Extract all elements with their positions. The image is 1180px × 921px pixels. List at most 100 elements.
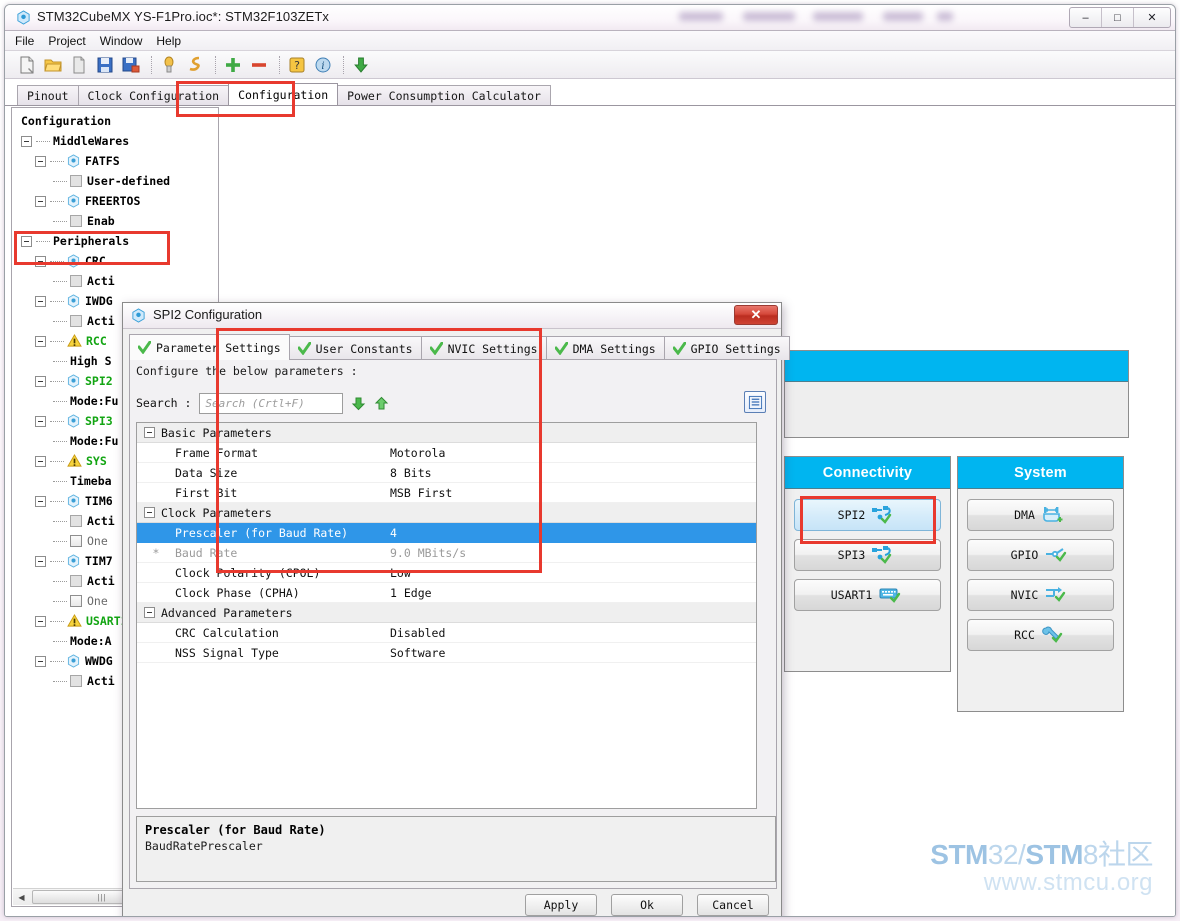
dialog-tab-nvic-settings[interactable]: NVIC Settings	[420, 336, 547, 360]
tree-checkbox[interactable]	[70, 535, 82, 547]
arrow-down-icon[interactable]	[351, 396, 366, 411]
tree-expander[interactable]	[35, 375, 46, 387]
generate-code-icon[interactable]	[159, 55, 179, 75]
tab-clock-configuration[interactable]: Clock Configuration	[77, 85, 230, 105]
parameter-group-row[interactable]: Clock Parameters	[137, 503, 756, 523]
tree-expander[interactable]	[35, 155, 46, 167]
parameter-value[interactable]: Disabled	[390, 626, 756, 640]
tree-expander[interactable]	[35, 495, 46, 507]
apply-button[interactable]: Apply	[525, 894, 597, 916]
save-as-icon[interactable]	[121, 55, 141, 75]
tree-node-middlewares[interactable]: MiddleWares	[15, 131, 217, 151]
tree-expander[interactable]	[35, 655, 46, 667]
dialog-tab-dma-settings[interactable]: DMA Settings	[545, 336, 665, 360]
parameter-row[interactable]: Clock Polarity (CPOL) Low	[137, 563, 756, 583]
parameter-row[interactable]: CRC Calculation Disabled	[137, 623, 756, 643]
zoom-in-icon[interactable]	[223, 55, 243, 75]
group-expander[interactable]	[144, 427, 155, 438]
peripheral-button-nvic[interactable]: NVIC	[967, 579, 1114, 611]
peripheral-button-spi2[interactable]: SPI2	[794, 499, 941, 531]
tree-expander[interactable]	[35, 335, 46, 347]
peripheral-button-usart1[interactable]: USART1	[794, 579, 941, 611]
ok-button[interactable]: Ok	[611, 894, 683, 916]
tree-node-fatfs[interactable]: FATFS	[15, 151, 217, 171]
tree-node-crc[interactable]: CRC	[15, 251, 217, 271]
parameter-value[interactable]: 8 Bits	[390, 466, 756, 480]
about-icon[interactable]: i	[313, 55, 333, 75]
tab-pinout[interactable]: Pinout	[17, 85, 79, 105]
save-icon[interactable]	[95, 55, 115, 75]
tree-checkbox[interactable]	[70, 175, 82, 187]
help-icon[interactable]: ?	[287, 55, 307, 75]
tree-node-peripherals[interactable]: Peripherals	[15, 231, 217, 251]
menu-file[interactable]: File	[15, 34, 34, 48]
peripheral-button-rcc[interactable]: RCC	[967, 619, 1114, 651]
parameter-row[interactable]: Clock Phase (CPHA) 1 Edge	[137, 583, 756, 603]
peripheral-button-dma[interactable]: DMA	[967, 499, 1114, 531]
parameter-row[interactable]: Prescaler (for Baud Rate) 4	[137, 523, 756, 543]
dialog-close-button[interactable]: ✕	[734, 305, 778, 325]
parameter-value[interactable]: Motorola	[390, 446, 756, 460]
parameter-value[interactable]: Low	[390, 566, 756, 580]
parameters-table[interactable]: Basic Parameters Frame Format Motorola Data…	[136, 422, 757, 809]
generate-report-icon[interactable]	[185, 55, 205, 75]
parameters-vertical-scrollbar[interactable]	[761, 422, 775, 809]
tree-expander[interactable]	[35, 555, 46, 567]
peripheral-button-spi3[interactable]: SPI3	[794, 539, 941, 571]
tree-node-user-defined[interactable]: User-defined	[15, 171, 217, 191]
parameter-row[interactable]: NSS Signal Type Software	[137, 643, 756, 663]
dialog-tab-gpio-settings[interactable]: GPIO Settings	[663, 336, 790, 360]
tree-checkbox[interactable]	[70, 595, 82, 607]
tree-node-enab[interactable]: Enab	[15, 211, 217, 231]
tree-expander[interactable]	[35, 455, 46, 467]
zoom-out-icon[interactable]	[249, 55, 269, 75]
list-view-icon[interactable]	[744, 391, 766, 413]
parameter-value[interactable]: 9.0 MBits/s	[390, 546, 756, 560]
tab-configuration[interactable]: Configuration	[228, 83, 339, 105]
copy-icon[interactable]	[69, 55, 89, 75]
dialog-tab-user-constants[interactable]: User Constants	[288, 336, 422, 360]
tree-checkbox[interactable]	[70, 215, 82, 227]
open-project-icon[interactable]	[43, 55, 63, 75]
parameter-row[interactable]: Frame Format Motorola	[137, 443, 756, 463]
window-controls[interactable]: – □ ✕	[1069, 7, 1171, 28]
menu-window[interactable]: Window	[100, 34, 143, 48]
parameter-group-row[interactable]: Basic Parameters	[137, 423, 756, 443]
group-expander[interactable]	[144, 607, 155, 618]
tree-checkbox[interactable]	[70, 675, 82, 687]
tree-checkbox[interactable]	[70, 315, 82, 327]
tree-node-acti[interactable]: Acti	[15, 271, 217, 291]
search-input[interactable]: Search (Crtl+F)	[199, 392, 344, 414]
tree-checkbox[interactable]	[70, 515, 82, 527]
tree-expander[interactable]	[21, 235, 32, 247]
menu-project[interactable]: Project	[48, 34, 85, 48]
tab-power-consumption-calculator[interactable]: Power Consumption Calculator	[337, 85, 551, 105]
tree-expander[interactable]	[35, 615, 46, 627]
parameter-row[interactable]: * Baud Rate 9.0 MBits/s	[137, 543, 756, 563]
new-project-icon[interactable]	[17, 55, 37, 75]
download-icon[interactable]	[351, 55, 371, 75]
scroll-left-arrow[interactable]: ◀	[13, 890, 30, 905]
parameter-row[interactable]: Data Size 8 Bits	[137, 463, 756, 483]
arrow-up-icon[interactable]	[374, 396, 389, 411]
parameter-value[interactable]: Software	[390, 646, 756, 660]
tree-expander[interactable]	[35, 255, 46, 267]
parameter-value[interactable]: 4	[390, 526, 756, 540]
parameter-row[interactable]: First Bit MSB First	[137, 483, 756, 503]
dialog-tab-parameter-settings[interactable]: Parameter Settings	[129, 334, 290, 360]
tree-expander[interactable]	[21, 135, 32, 147]
tree-checkbox[interactable]	[70, 575, 82, 587]
tree-expander[interactable]	[35, 195, 46, 207]
tree-node-configuration[interactable]: Configuration	[15, 111, 217, 131]
menu-help[interactable]: Help	[156, 34, 181, 48]
peripheral-button-gpio[interactable]: GPIO	[967, 539, 1114, 571]
tree-node-freertos[interactable]: FREERTOS	[15, 191, 217, 211]
cancel-button[interactable]: Cancel	[697, 894, 769, 916]
group-expander[interactable]	[144, 507, 155, 518]
tree-expander[interactable]	[35, 415, 46, 427]
parameter-value[interactable]: MSB First	[390, 486, 756, 500]
parameter-value[interactable]: 1 Edge	[390, 586, 756, 600]
maximize-button[interactable]: □	[1102, 8, 1134, 27]
close-button[interactable]: ✕	[1134, 8, 1170, 27]
minimize-button[interactable]: –	[1070, 8, 1102, 27]
